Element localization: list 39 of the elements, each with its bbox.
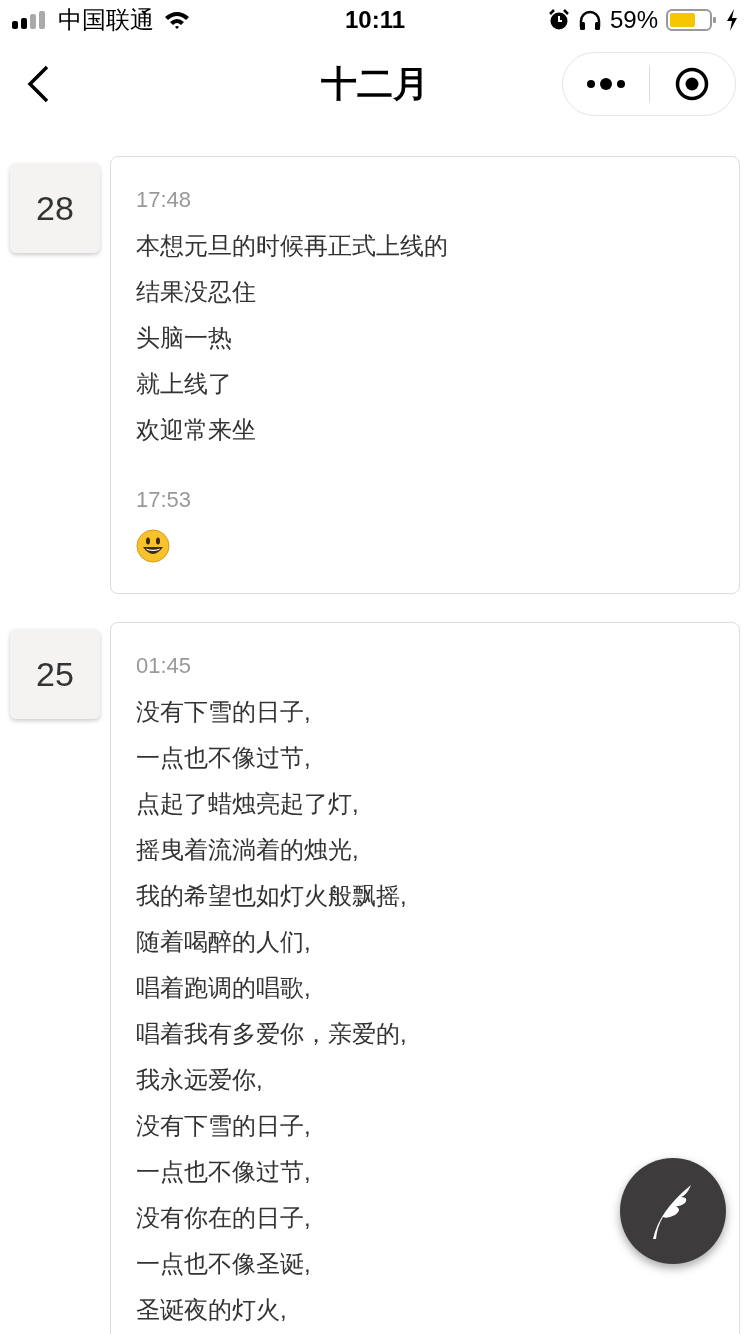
post-time: 01:45: [136, 652, 192, 680]
diary-line: 欢迎常来坐: [136, 415, 256, 445]
alarm-icon: [547, 9, 570, 31]
day-badge: 28: [10, 163, 100, 253]
diary-line: 一点也不像过节,: [136, 743, 311, 773]
day-badge: 25: [10, 629, 100, 719]
diary-line: 随着喝醉的人们,: [136, 927, 311, 957]
diary-line: 摇曳着流淌着的烛光,: [136, 835, 359, 865]
more-icon: [585, 77, 626, 91]
write-button[interactable]: [620, 1158, 726, 1264]
diary-line: 本想元旦的时候再正式上线的: [136, 231, 448, 261]
diary-line: 没有下雪的日子,: [136, 1111, 311, 1141]
headphones-icon: [577, 9, 602, 31]
diary-line: 唱着跑调的唱歌,: [136, 973, 311, 1003]
smiley-icon: [136, 529, 170, 563]
diary-line: 就上线了: [136, 369, 232, 399]
diary-line: 头脑一热: [136, 323, 232, 353]
back-icon: [26, 65, 50, 103]
page-title: 十二月: [321, 62, 429, 106]
diary-line: 一点也不像过节,: [136, 1157, 311, 1187]
diary-line: 结果没忍住: [136, 277, 256, 307]
diary-line: 我的希望也如灯火般飘摇,: [136, 881, 407, 911]
post-time: 17:53: [136, 486, 192, 514]
diary-line: 唱着我有多爱你，亲爱的,: [136, 1019, 407, 1049]
charging-icon: [726, 9, 738, 31]
battery-percent: 59%: [609, 5, 658, 35]
diary-line: 一点也不像圣诞,: [136, 1249, 311, 1279]
signal-icon: [12, 11, 48, 29]
wifi-icon: [164, 10, 190, 30]
target-icon: [675, 67, 710, 101]
diary-line: 没有下雪的日子,: [136, 697, 311, 727]
post-time: 17:48: [136, 186, 192, 214]
diary-line: 我永远爱你,: [136, 1065, 263, 1095]
diary-line: 圣诞夜的灯火,: [136, 1295, 287, 1325]
battery-icon: [666, 9, 718, 31]
carrier-name: 中国联通: [58, 5, 154, 35]
status-time: 10:11: [343, 5, 407, 35]
diary-line: 没有你在的日子,: [136, 1203, 311, 1233]
diary-line: 点起了蜡烛亮起了灯,: [136, 789, 359, 819]
